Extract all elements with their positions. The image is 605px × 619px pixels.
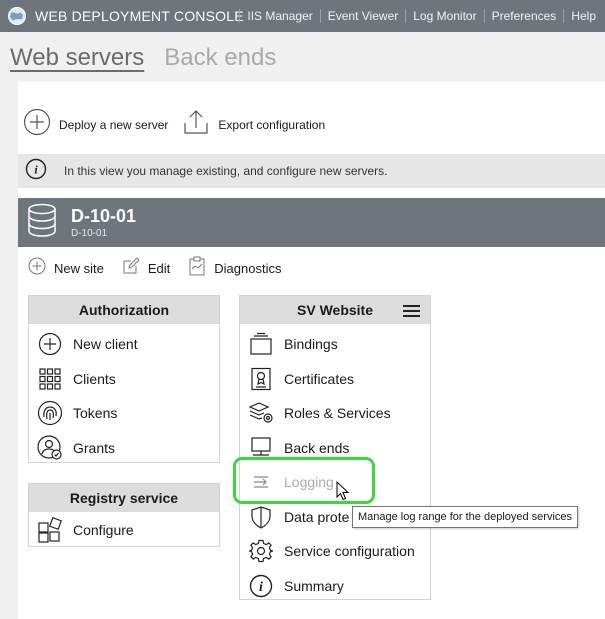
tab-web-servers[interactable]: Web servers	[10, 44, 144, 72]
website-card: SV Website Bindings Certificates Roles &…	[239, 295, 431, 600]
shield-icon	[248, 504, 274, 530]
grants-item[interactable]: Grants	[29, 431, 219, 466]
server-header[interactable]: D-10-01 D-10-01	[18, 198, 605, 247]
new-site-button[interactable]: New site	[28, 257, 104, 280]
monitor-network-icon	[248, 435, 274, 461]
clipboard-chart-icon	[188, 256, 206, 281]
window-stack-icon	[248, 331, 274, 357]
puzzle-icon	[37, 517, 63, 543]
svg-text:i: i	[34, 162, 38, 176]
globe-icon	[6, 5, 28, 27]
edit-button[interactable]: Edit	[122, 257, 170, 280]
svg-text:i: i	[259, 580, 263, 595]
tokens-item[interactable]: Tokens	[29, 396, 219, 431]
upload-icon	[182, 108, 210, 141]
site-action-bar: New site Edit Diagnostics	[28, 256, 299, 281]
info-icon: i	[248, 573, 274, 599]
mouse-cursor-icon	[336, 480, 350, 507]
new-site-label: New site	[54, 261, 104, 276]
authorization-title: Authorization	[29, 296, 219, 324]
page-tabs: Web servers Back ends	[10, 44, 276, 72]
app-title: WEB DEPLOYMENT CONSOLE	[35, 8, 244, 24]
nav-help[interactable]: Help	[563, 9, 603, 23]
edit-icon	[122, 257, 140, 280]
plus-circle-icon	[23, 108, 51, 141]
tab-back-ends[interactable]: Back ends	[164, 44, 276, 72]
user-check-icon	[37, 435, 63, 461]
top-nav: IIS Manager Event Viewer Log Monitor Pre…	[239, 0, 603, 32]
plus-circle-icon	[37, 331, 63, 357]
gear-icon	[248, 538, 274, 564]
fingerprint-icon	[37, 400, 63, 426]
summary-item[interactable]: i Summary	[240, 569, 430, 604]
server-name: D-10-01	[71, 206, 137, 226]
hamburger-icon[interactable]	[403, 304, 420, 320]
indent-arrow-icon	[248, 469, 274, 495]
database-icon	[27, 203, 57, 242]
deploy-server-label: Deploy a new server	[59, 117, 169, 132]
bindings-item[interactable]: Bindings	[240, 327, 430, 362]
new-client-item[interactable]: New client	[29, 327, 219, 362]
edit-label: Edit	[147, 261, 171, 276]
grid-icon	[37, 366, 63, 392]
certificates-item[interactable]: Certificates	[240, 362, 430, 397]
back-ends-item[interactable]: Back ends	[240, 431, 430, 466]
export-configuration-label: Export configuration	[218, 117, 326, 132]
nav-preferences[interactable]: Preferences	[483, 9, 564, 23]
export-configuration-button[interactable]: Export configuration	[182, 108, 325, 141]
registry-card: Registry service Configure	[28, 483, 220, 547]
info-bar: i In this view you manage existing, and …	[18, 154, 605, 188]
registry-title: Registry service	[29, 484, 219, 512]
diagnostics-button[interactable]: Diagnostics	[188, 256, 281, 281]
service-configuration-item[interactable]: Service configuration	[240, 534, 430, 569]
deploy-server-button[interactable]: Deploy a new server	[23, 108, 168, 141]
logging-tooltip: Manage log range for the deployed servic…	[352, 506, 579, 528]
website-title: SV Website	[240, 296, 430, 324]
nav-log-monitor[interactable]: Log Monitor	[405, 9, 483, 23]
nav-iis-manager[interactable]: IIS Manager	[239, 9, 319, 23]
certificate-icon	[248, 366, 274, 392]
action-bar: Deploy a new server Export configuration	[23, 108, 339, 141]
top-bar: WEB DEPLOYMENT CONSOLE IIS Manager Event…	[0, 0, 605, 32]
clients-item[interactable]: Clients	[29, 362, 219, 397]
roles-services-item[interactable]: Roles & Services	[240, 396, 430, 431]
nav-event-viewer[interactable]: Event Viewer	[319, 9, 405, 23]
layers-gear-icon	[248, 400, 274, 426]
info-text: In this view you manage existing, and co…	[64, 164, 388, 178]
diagnostics-label: Diagnostics	[214, 261, 282, 276]
authorization-card: Authorization New client Clients Tokens …	[28, 295, 220, 463]
logging-item[interactable]: Logging	[240, 465, 430, 500]
plus-circle-icon	[28, 257, 46, 280]
info-icon: i	[25, 158, 47, 185]
configure-item[interactable]: Configure	[29, 513, 219, 548]
server-subtitle: D-10-01	[71, 228, 108, 239]
